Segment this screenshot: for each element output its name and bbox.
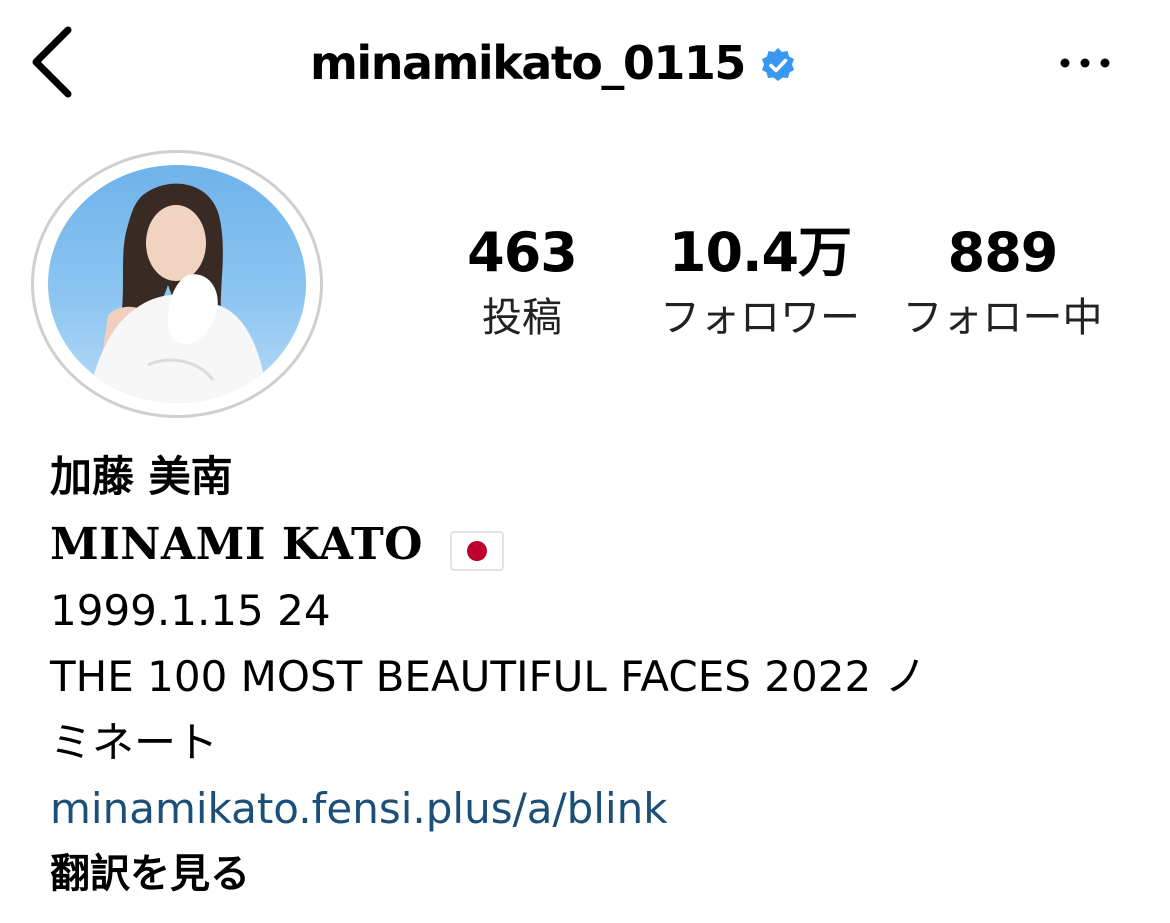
back-button[interactable] <box>24 22 84 102</box>
chevron-left-icon <box>32 26 72 98</box>
verified-badge-icon <box>759 47 797 85</box>
profile-bio: 加藤 美南 MINAMI KATO 1999.1.15 24 THE 100 M… <box>50 442 1140 906</box>
see-translation-button[interactable]: 翻訳を見る <box>50 842 1140 906</box>
birthdate-line: 1999.1.15 24 <box>50 586 331 635</box>
posts-count-value: 463 <box>467 221 578 284</box>
following-count-label: フォロー中 <box>902 295 1103 341</box>
display-name: 加藤 美南 <box>50 452 233 501</box>
more-horizontal-icon <box>1060 58 1110 68</box>
award-line: THE 100 MOST BEAUTIFUL FACES 2022 ノ <box>50 652 927 701</box>
followers-count-label: フォロワー <box>660 295 860 341</box>
username-title: minamikato_0115 <box>310 35 746 90</box>
avatar-photo <box>48 165 306 403</box>
following-count[interactable]: 889 フォロー中 <box>895 218 1110 348</box>
followers-count[interactable]: 10.4万 フォロワー <box>650 218 870 348</box>
styled-name-line: MINAMI KATO <box>50 512 1140 578</box>
award-line-continued: ミネート <box>50 718 219 767</box>
posts-count-label: 投稿 <box>482 295 562 341</box>
styled-name: MINAMI KATO <box>50 519 424 570</box>
followers-count-value: 10.4万 <box>668 221 852 284</box>
following-count-value: 889 <box>947 221 1059 284</box>
bio-link[interactable]: minamikato.fensi.plus/a/blink <box>50 776 1140 842</box>
more-options-button[interactable] <box>1050 36 1120 86</box>
profile-header-bar: minamikato_0115 <box>0 0 1170 125</box>
posts-count[interactable]: 463 投稿 <box>452 218 592 348</box>
header-title: minamikato_0115 <box>310 25 797 100</box>
japan-flag-icon <box>450 524 505 571</box>
profile-avatar[interactable] <box>31 150 323 418</box>
